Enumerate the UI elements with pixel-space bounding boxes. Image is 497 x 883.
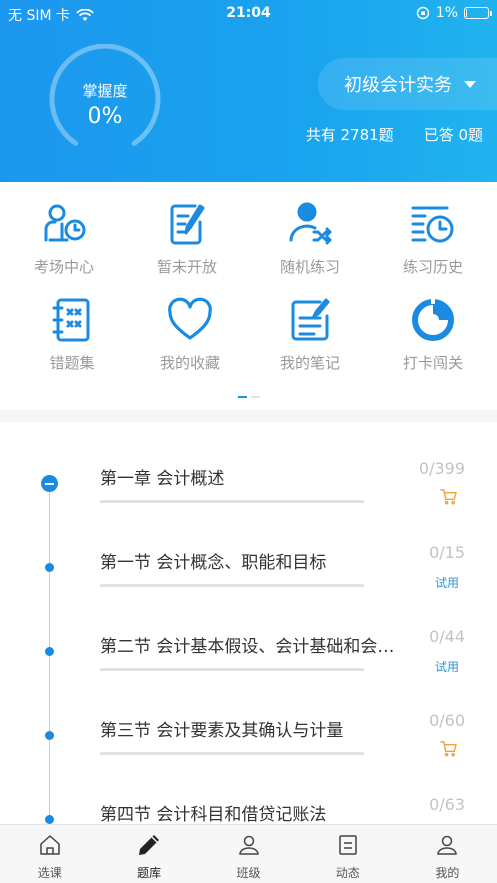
grid-label: 我的收藏 bbox=[159, 354, 220, 372]
feature-grid: 考场中心 暂未开放 随机练习 练习历史 错题集 我的收藏 我的笔记 打卡闯关 bbox=[0, 182, 497, 410]
grid-label: 暂未开放 bbox=[156, 258, 217, 276]
grid-label: 打卡闯关 bbox=[402, 354, 463, 372]
mastery-gauge bbox=[49, 44, 161, 146]
total-questions: 共有 2781题 bbox=[305, 126, 394, 144]
bottom-tab-bar: 选课 题库 班级 动态 我的 bbox=[0, 824, 497, 883]
grid-item-exam-center[interactable]: 考场中心 bbox=[2, 200, 126, 277]
grid-label: 我的笔记 bbox=[279, 354, 340, 372]
page-dot bbox=[250, 396, 260, 398]
tab-news[interactable]: 动态 bbox=[298, 825, 397, 883]
chapter-count: 0/63 bbox=[429, 795, 465, 814]
grid-item-wrong-questions[interactable]: 错题集 bbox=[10, 296, 134, 373]
tab-select-course[interactable]: 选课 bbox=[0, 825, 99, 883]
progress-bar bbox=[100, 500, 364, 503]
progress-bar bbox=[100, 752, 364, 755]
chapter-title: 第二节 会计基本假设、会计基础和会计信息质量要求 bbox=[100, 637, 396, 657]
edit-note-icon bbox=[170, 204, 205, 245]
subject-name: 初级会计实务 bbox=[344, 75, 452, 96]
tab-label: 我的 bbox=[435, 866, 460, 880]
grid-item-my-favorites[interactable]: 我的收藏 bbox=[128, 296, 252, 373]
battery-icon bbox=[464, 7, 492, 19]
chapter-title: 第一章 会计概述 bbox=[100, 469, 225, 489]
grid-item-practice-history[interactable]: 练习历史 bbox=[371, 200, 495, 277]
tab-question-bank[interactable]: 题库 bbox=[99, 825, 198, 883]
tab-label: 班级 bbox=[236, 866, 261, 880]
notes-icon bbox=[291, 298, 330, 341]
random-practice-icon bbox=[289, 202, 332, 245]
mastery-value: 0% bbox=[87, 104, 123, 129]
profile-icon bbox=[437, 835, 458, 855]
tab-class[interactable]: 班级 bbox=[199, 825, 298, 883]
chapter-count: 0/44 bbox=[429, 627, 465, 646]
caret-down-icon bbox=[464, 80, 476, 88]
grid-label: 考场中心 bbox=[33, 258, 94, 276]
tab-label: 选课 bbox=[37, 866, 62, 880]
orientation-lock-icon bbox=[416, 6, 429, 20]
wrong-questions-icon bbox=[52, 298, 90, 342]
exam-center-icon bbox=[44, 204, 86, 242]
chapter-row[interactable]: 第二节 会计基本假设、会计基础和会计信息质量要求 0/44 试用 bbox=[0, 627, 497, 716]
progress-bar bbox=[100, 584, 364, 587]
chapter-row[interactable]: 第一节 会计概念、职能和目标 0/15 试用 bbox=[0, 543, 497, 632]
chapter-list: 第一章 会计概述 0/399 第一节 会计概念、职能和目标 0/15 试用 第二… bbox=[0, 422, 497, 842]
grid-item-random-practice[interactable]: 随机练习 bbox=[248, 200, 372, 277]
chapter-title: 第三节 会计要素及其确认与计量 bbox=[100, 721, 344, 741]
question-stats: 共有 2781题 已答 0题 bbox=[306, 124, 483, 145]
page-indicator bbox=[0, 396, 497, 398]
chapter-title: 第一节 会计概念、职能和目标 bbox=[100, 553, 327, 573]
header: 无 SIM 卡 21:04 1% 掌握度 0% 初级会计实务 共有 2781题 … bbox=[0, 0, 497, 182]
status-right: 1% bbox=[416, 5, 492, 21]
pencil-icon bbox=[139, 835, 160, 855]
status-bar: 无 SIM 卡 21:04 1% bbox=[0, 0, 497, 26]
chapter-title: 第四节 会计科目和借贷记账法 bbox=[100, 805, 327, 825]
history-clock-icon bbox=[411, 206, 454, 243]
subject-selector[interactable]: 初级会计实务 bbox=[318, 58, 497, 110]
chapter-count: 0/399 bbox=[418, 459, 465, 478]
cart-icon[interactable] bbox=[440, 488, 457, 505]
grid-label: 错题集 bbox=[49, 354, 95, 372]
mastery-label: 掌握度 bbox=[82, 82, 128, 100]
grid-item-not-open[interactable]: 暂未开放 bbox=[125, 200, 249, 277]
home-icon bbox=[39, 835, 60, 855]
trial-badge[interactable]: 试用 bbox=[435, 574, 459, 591]
grid-item-my-notes[interactable]: 我的笔记 bbox=[248, 296, 372, 373]
chapter-count: 0/15 bbox=[429, 543, 465, 562]
answered-questions: 已答 0题 bbox=[423, 126, 483, 144]
grid-label: 随机练习 bbox=[279, 258, 340, 276]
news-doc-icon bbox=[339, 835, 357, 855]
grid-label: 练习历史 bbox=[402, 258, 463, 276]
chapter-count: 0/60 bbox=[429, 711, 465, 730]
tab-label: 题库 bbox=[137, 866, 162, 880]
tab-profile[interactable]: 我的 bbox=[398, 825, 497, 883]
page-dot-active bbox=[237, 396, 247, 398]
pie-checkin-icon bbox=[412, 296, 454, 341]
trial-badge[interactable]: 试用 bbox=[435, 658, 459, 675]
chapter-row[interactable]: 第一章 会计概述 0/399 bbox=[0, 459, 497, 548]
cart-icon[interactable] bbox=[440, 740, 457, 757]
grid-item-checkin[interactable]: 打卡闯关 bbox=[371, 296, 495, 373]
progress-bar bbox=[100, 668, 364, 671]
class-group-icon bbox=[238, 835, 259, 855]
chapter-row[interactable]: 第三节 会计要素及其确认与计量 0/60 bbox=[0, 711, 497, 800]
heart-icon bbox=[168, 297, 212, 340]
tab-label: 动态 bbox=[335, 866, 360, 880]
battery-percent: 1% bbox=[435, 5, 458, 21]
